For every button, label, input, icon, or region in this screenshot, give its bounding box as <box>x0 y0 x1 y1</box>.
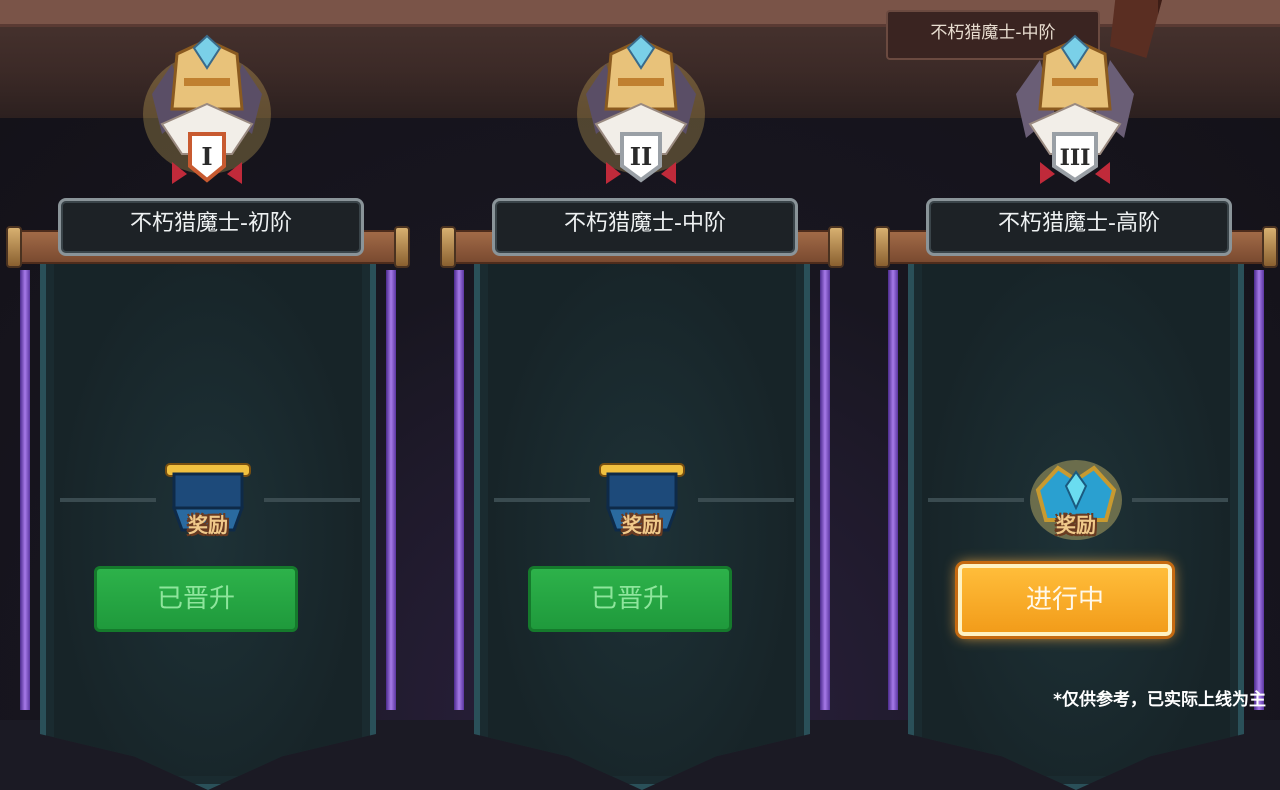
rank-badge-icon: III <box>1000 34 1150 196</box>
rod-cap <box>1262 226 1278 268</box>
tier-card-2: II 不朽猎魔士-中阶 奖励 已晋升 <box>440 34 844 790</box>
tier-title: 不朽猎魔士-初阶 <box>58 198 364 256</box>
tier-card-3: III 不朽猎魔士-高阶 奖励 进行中 <box>874 34 1278 790</box>
disclaimer-footnote: *仅供参考，已实际上线为主 <box>1053 690 1266 710</box>
reward-label: 奖励 <box>1056 513 1096 537</box>
rank-numeral: III <box>1060 145 1091 171</box>
reward-label: 奖励 <box>188 513 228 537</box>
rank-badge-icon: I <box>132 34 282 196</box>
rod-cap <box>6 226 22 268</box>
banner-pole <box>820 270 830 710</box>
rod-cap <box>394 226 410 268</box>
reward-chest-icon[interactable]: 奖励 <box>160 450 256 546</box>
divider-line <box>60 498 156 502</box>
tier-card-1: I 不朽猎魔士-初阶 奖励 已晋升 <box>6 34 410 790</box>
divider-line <box>928 498 1024 502</box>
divider-line <box>264 498 360 502</box>
promoted-button[interactable]: 已晋升 <box>94 566 298 632</box>
reward-chest-icon[interactable]: 奖励 <box>594 450 690 546</box>
banner-pole <box>888 270 898 710</box>
divider-line <box>698 498 794 502</box>
divider-line <box>1132 498 1228 502</box>
banner-pole <box>386 270 396 710</box>
divider-line <box>494 498 590 502</box>
banner-pole <box>1254 270 1264 710</box>
reward-label: 奖励 <box>622 513 662 537</box>
in-progress-button[interactable]: 进行中 <box>958 564 1172 636</box>
banner-pole <box>20 270 30 710</box>
rank-numeral: I <box>201 142 212 171</box>
reward-crystal-icon[interactable]: 奖励 <box>1028 450 1124 546</box>
rank-numeral: II <box>630 142 652 171</box>
rank-badge-icon: II <box>566 34 716 196</box>
tier-title: 不朽猎魔士-中阶 <box>492 198 798 256</box>
rod-cap <box>440 226 456 268</box>
tier-title: 不朽猎魔士-高阶 <box>926 198 1232 256</box>
promoted-button[interactable]: 已晋升 <box>528 566 732 632</box>
rod-cap <box>874 226 890 268</box>
banner-pole <box>454 270 464 710</box>
rod-cap <box>828 226 844 268</box>
